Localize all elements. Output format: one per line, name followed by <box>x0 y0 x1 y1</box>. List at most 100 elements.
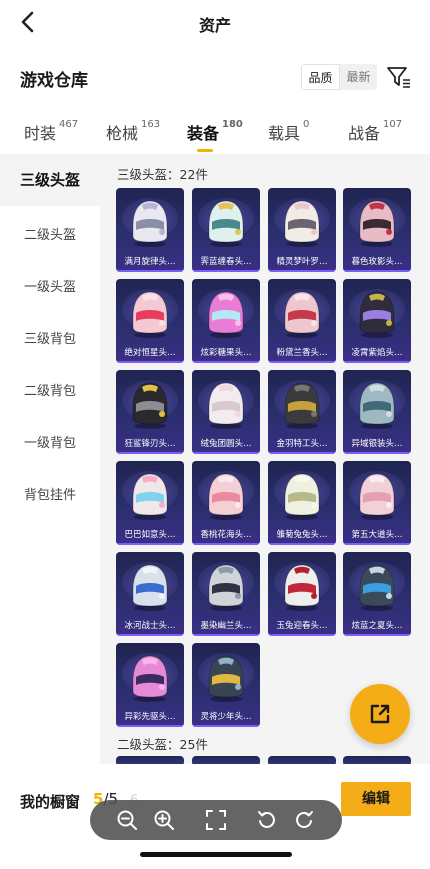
helmet-icon <box>132 564 168 611</box>
helmet-icon <box>208 291 244 338</box>
tab-label: 枪械 <box>106 124 139 143</box>
item-card[interactable]: 满月旋律头… <box>116 188 184 272</box>
rarity-bar <box>192 725 260 727</box>
rarity-bar <box>343 543 411 545</box>
item-card[interactable]: 第五大道头… <box>343 461 411 545</box>
item-name: 精灵梦叶罗… <box>276 257 328 267</box>
item-name: 第五大道头… <box>351 530 403 540</box>
helmet-icon <box>359 291 395 338</box>
item-name: 玉兔迎春头… <box>276 621 328 631</box>
zoom-out-icon <box>117 810 137 830</box>
helmet-icon <box>284 382 320 429</box>
item-name: 满月旋律头… <box>124 257 176 267</box>
helmet-icon <box>359 200 395 247</box>
tab-equipment[interactable]: 装备 180 <box>187 118 243 144</box>
helmet-icon <box>208 473 244 520</box>
sort-quality-button[interactable]: 品质 <box>301 64 340 90</box>
filter-button[interactable] <box>384 62 414 92</box>
rotate-left-icon <box>258 811 275 828</box>
fit-screen-icon <box>206 810 226 830</box>
tab-weapons[interactable]: 枪械 163 <box>106 118 161 144</box>
tab-count: 163 <box>141 118 161 130</box>
rotate-left-button[interactable] <box>255 808 279 832</box>
item-name: 狂鲨锋刃头… <box>124 439 176 449</box>
item-card[interactable]: 炫彩糖果头… <box>192 279 260 363</box>
edit-button[interactable]: 编辑 <box>341 782 411 816</box>
sidebar-item-backpack-charm[interactable]: 背包挂件 <box>0 484 100 503</box>
item-grid-area: 三级头盔：22件 满月旋律头… 霁蓝缠春头… 精灵梦叶罗… 暮色玫影头… 绝对恒星头… 炫… <box>100 154 430 764</box>
active-tab-indicator <box>197 149 213 152</box>
rotate-right-button[interactable] <box>292 808 316 832</box>
item-card[interactable] <box>268 756 336 764</box>
rarity-bar <box>192 634 260 636</box>
item-name: 异彩先驱头… <box>124 712 176 722</box>
item-card[interactable]: 异域银装头… <box>343 370 411 454</box>
image-viewer-toolbar <box>90 800 342 840</box>
item-card[interactable]: 暮色玫影头… <box>343 188 411 272</box>
item-card[interactable]: 霁蓝缠春头… <box>192 188 260 272</box>
tab-label: 战备 <box>348 124 381 143</box>
tab-vehicles[interactable]: 载具 0 <box>268 118 310 144</box>
zoom-out-button[interactable] <box>115 808 139 832</box>
sort-toggle: 品质 最新 <box>301 64 377 90</box>
sidebar-item-level2-helmet[interactable]: 二级头盔 <box>0 224 100 243</box>
item-card[interactable]: 雏菊兔兔头… <box>268 461 336 545</box>
tab-supplies[interactable]: 战备 107 <box>348 118 403 144</box>
sidebar-item-level2-backpack[interactable]: 二级背包 <box>0 380 100 399</box>
repo-header: 游戏仓库 品质 最新 <box>0 46 430 108</box>
repo-title: 游戏仓库 <box>20 71 88 91</box>
rarity-bar <box>116 725 184 727</box>
item-card[interactable]: 狂鲨锋刃头… <box>116 370 184 454</box>
sidebar-item-level1-helmet[interactable]: 一级头盔 <box>0 276 100 295</box>
tab-count: 107 <box>383 118 403 130</box>
tab-count: 0 <box>303 118 310 130</box>
item-card[interactable] <box>116 756 184 764</box>
rarity-bar <box>268 543 336 545</box>
rarity-bar <box>268 634 336 636</box>
item-card[interactable] <box>343 756 411 764</box>
item-card[interactable]: 灵将少年头… <box>192 643 260 727</box>
section-title: 二级头盔：25件 <box>117 737 208 752</box>
page-title: 资产 <box>198 16 231 35</box>
item-card[interactable]: 绝对恒星头… <box>116 279 184 363</box>
home-indicator <box>140 852 292 857</box>
item-name: 凌霄紫焰头… <box>351 348 403 358</box>
sort-latest-button[interactable]: 最新 <box>340 64 377 90</box>
tab-fashion[interactable]: 时装 467 <box>24 119 78 144</box>
item-card[interactable]: 金羽特工头… <box>268 370 336 454</box>
share-button[interactable] <box>350 684 410 744</box>
item-card[interactable]: 墨染幽兰头… <box>192 552 260 636</box>
sidebar-item-level1-backpack[interactable]: 一级背包 <box>0 432 100 451</box>
rarity-bar <box>343 361 411 363</box>
item-name: 巴巴如意头… <box>124 530 176 540</box>
rarity-bar <box>192 543 260 545</box>
rarity-bar <box>343 270 411 272</box>
rarity-bar <box>192 452 260 454</box>
fit-screen-button[interactable] <box>204 808 228 832</box>
item-card[interactable]: 巴巴如意头… <box>116 461 184 545</box>
item-card[interactable]: 粉黛兰香头… <box>268 279 336 363</box>
subcategory-sidebar: 三级头盔 二级头盔 一级头盔 三级背包 二级背包 一级背包 背包挂件 <box>0 154 100 764</box>
item-name: 异域银装头… <box>351 439 403 449</box>
item-card[interactable]: 异彩先驱头… <box>116 643 184 727</box>
item-card[interactable] <box>192 756 260 764</box>
helmet-icon <box>284 564 320 611</box>
rotate-right-icon <box>296 811 313 828</box>
top-bar: 资产 <box>0 0 430 46</box>
item-card[interactable]: 凌霄紫焰头… <box>343 279 411 363</box>
tab-label: 装备 <box>187 124 220 143</box>
item-name: 炫蓝之夏头… <box>351 621 403 631</box>
zoom-in-button[interactable] <box>152 808 176 832</box>
sidebar-item-level3-helmet[interactable]: 三级头盔 <box>0 154 100 206</box>
item-card[interactable]: 玉兔迎春头… <box>268 552 336 636</box>
item-card[interactable]: 炫蓝之夏头… <box>343 552 411 636</box>
helmet-icon <box>359 382 395 429</box>
item-card[interactable]: 香桃花海头… <box>192 461 260 545</box>
item-card[interactable]: 冰河战士头… <box>116 552 184 636</box>
sidebar-item-level3-backpack[interactable]: 三级背包 <box>0 328 100 347</box>
item-card[interactable]: 绒兔团圆头… <box>192 370 260 454</box>
zoom-in-icon <box>154 810 174 830</box>
tab-count: 180 <box>222 118 243 130</box>
item-card[interactable]: 精灵梦叶罗… <box>268 188 336 272</box>
tab-label: 载具 <box>268 124 301 143</box>
